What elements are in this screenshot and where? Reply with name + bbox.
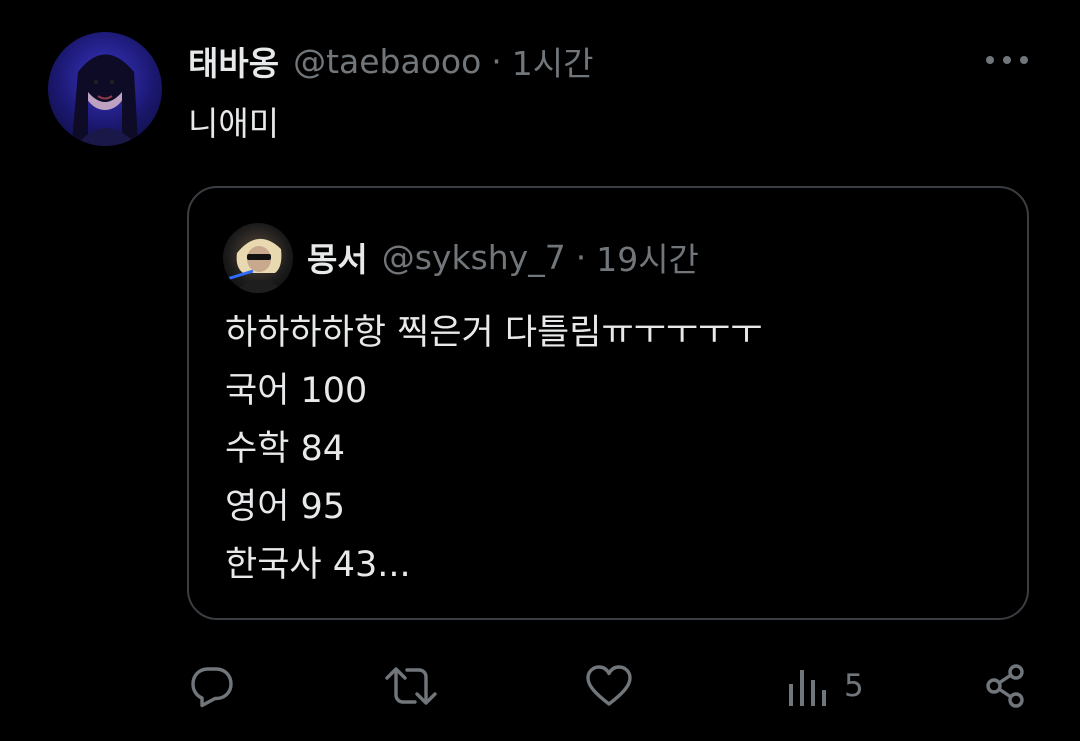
quoted-tweet-card[interactable]: 몽서 @sykshy_7 · 19시간 하하하하항 찍은거 다틀림ㅠㅜㅜㅜㅜ 국… [187, 186, 1029, 620]
quoted-text-line: 국어 100 [225, 371, 368, 411]
tweet-action-bar: 5 [0, 656, 1080, 716]
tweet-text: 니애미 [188, 104, 280, 143]
header-separator: · [491, 41, 502, 81]
author-avatar[interactable] [48, 32, 162, 146]
quoted-text-line: 한국사 43... [225, 545, 411, 585]
share-button[interactable] [982, 656, 1030, 716]
author-handle[interactable]: @taebaooo [293, 42, 481, 81]
more-options-button[interactable] [982, 48, 1032, 72]
reply-button[interactable] [188, 656, 236, 716]
views-bar-icon [789, 670, 826, 706]
author-display-name[interactable]: 태바옹 [188, 37, 279, 85]
views-count: 5 [844, 668, 864, 704]
quoted-tweet-header: 몽서 @sykshy_7 · 19시간 [307, 234, 699, 280]
quoted-author-avatar[interactable] [223, 223, 293, 293]
quoted-header-separator: · [575, 237, 587, 277]
retweet-button[interactable] [384, 656, 438, 716]
quoted-author-display-name[interactable]: 몽서 [307, 233, 368, 281]
like-button[interactable] [584, 656, 634, 716]
quoted-text-line: 하하하하항 찍은거 다틀림ㅠㅜㅜㅜㅜ [225, 313, 763, 353]
heart-icon [586, 665, 632, 706]
avatar-image [72, 54, 138, 146]
share-icon [986, 664, 1024, 708]
quoted-text-line: 영어 95 [225, 487, 346, 527]
retweet-icon [385, 667, 437, 705]
quoted-tweet-text: 하하하하항 찍은거 다틀림ㅠㅜㅜㅜㅜ 국어 100 수학 84 영어 95 한국… [225, 304, 762, 594]
more-horizontal-icon [986, 56, 1028, 64]
tweet-timestamp[interactable]: 1시간 [512, 37, 594, 85]
reply-icon [191, 667, 233, 708]
quoted-avatar-image [226, 238, 287, 293]
views-button[interactable]: 5 [786, 656, 864, 716]
quoted-author-handle[interactable]: @sykshy_7 [382, 238, 566, 277]
quoted-tweet-timestamp[interactable]: 19시간 [596, 233, 699, 281]
tweet-header: 태바옹 @taebaooo · 1시간 [188, 38, 594, 84]
quoted-text-line: 수학 84 [225, 429, 346, 469]
